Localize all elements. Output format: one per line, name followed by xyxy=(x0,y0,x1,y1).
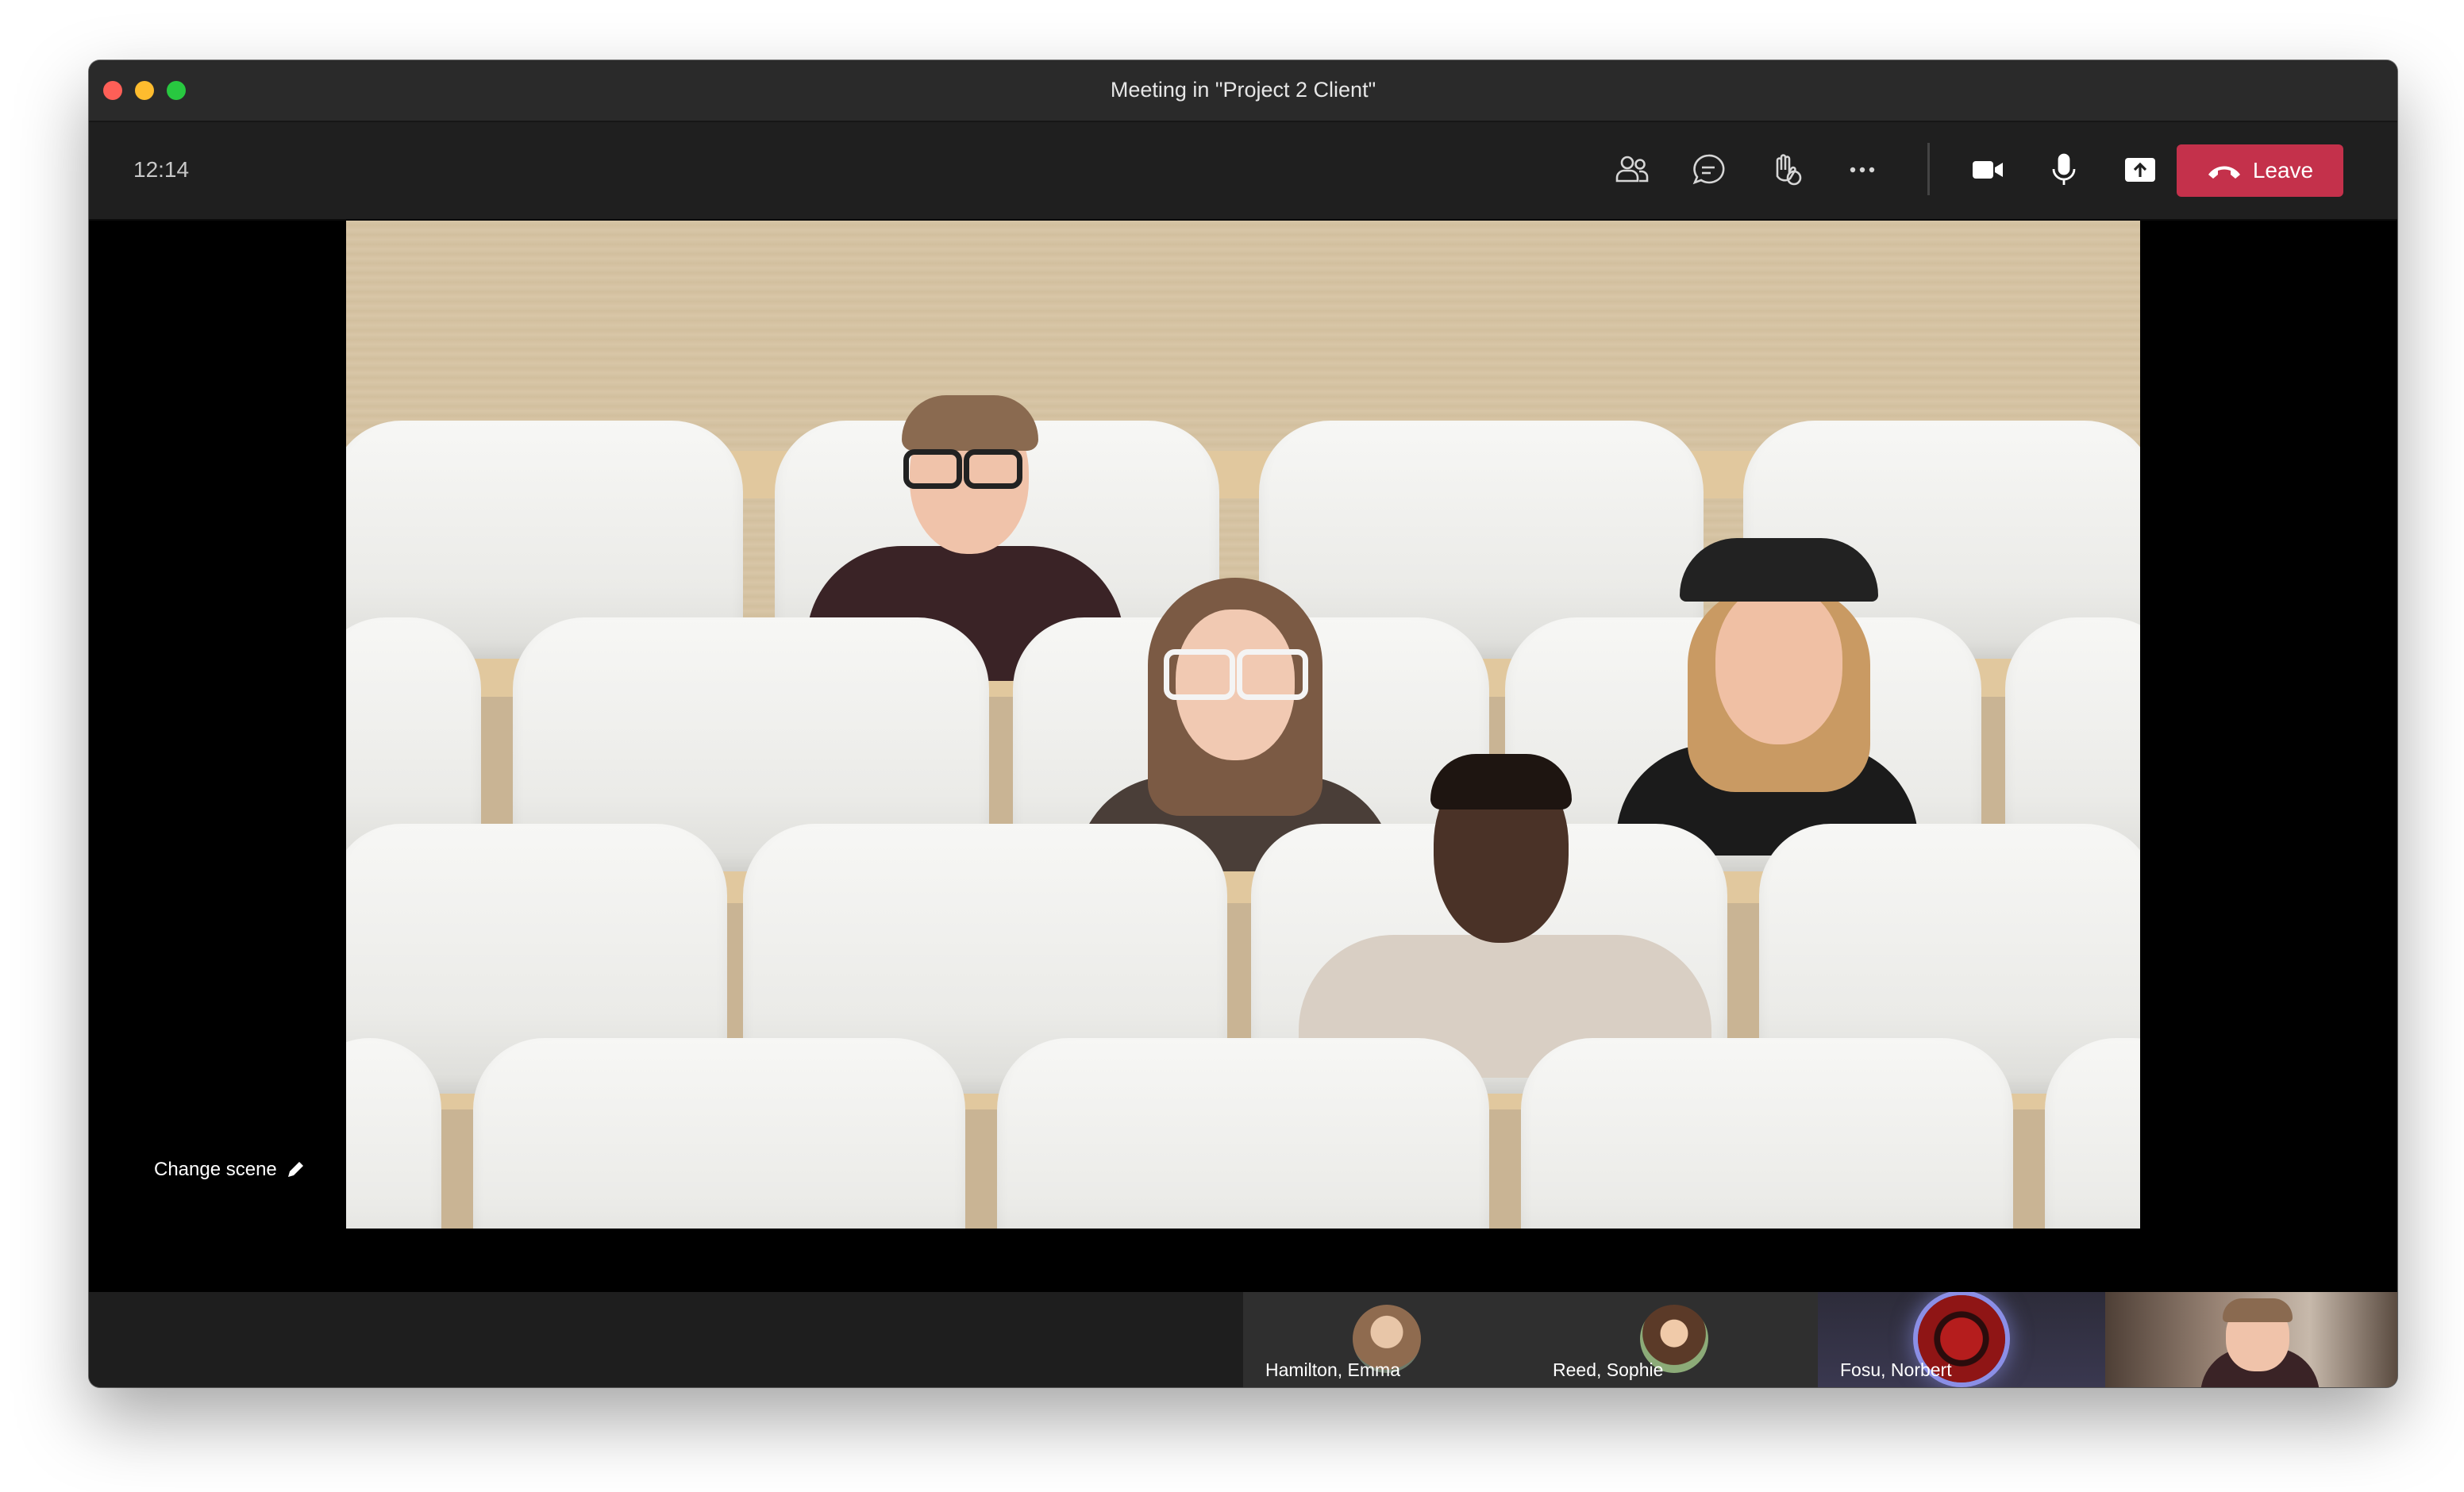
toolbar-divider xyxy=(1927,143,1930,195)
auditorium-seat xyxy=(997,1038,1489,1229)
change-scene-label: Change scene xyxy=(154,1159,277,1180)
participant-strip: Hamilton, Emma Reed, Sophie Fosu, Norber… xyxy=(89,1292,2397,1387)
leave-label: Leave xyxy=(2252,158,2314,183)
meeting-window: Meeting in "Project 2 Client" 12:14 Leav… xyxy=(89,60,2397,1387)
self-video-tile[interactable] xyxy=(2105,1292,2397,1387)
participant-hair xyxy=(902,395,1038,451)
title-bar: Meeting in "Project 2 Client" xyxy=(89,60,2397,122)
people-icon[interactable] xyxy=(1610,148,1654,192)
participant-tile-speaking[interactable]: Fosu, Norbert xyxy=(1818,1292,2105,1387)
self-video-hair xyxy=(2223,1298,2293,1322)
participant-name: Fosu, Norbert xyxy=(1840,1359,1952,1380)
more-icon[interactable] xyxy=(1840,148,1885,192)
bandana xyxy=(1680,538,1878,602)
leave-button[interactable]: Leave xyxy=(2177,144,2343,197)
glasses xyxy=(1237,649,1308,700)
auditorium-seat xyxy=(2045,1038,2140,1229)
meeting-toolbar: 12:14 Leave xyxy=(89,122,2397,219)
participant-head xyxy=(1715,586,1842,744)
glasses xyxy=(903,449,962,489)
auditorium-seat xyxy=(346,1038,441,1229)
participant-name: Hamilton, Emma xyxy=(1265,1359,1400,1380)
participant-hair xyxy=(1430,754,1572,809)
together-mode-scene xyxy=(346,221,2140,1229)
chat-icon[interactable] xyxy=(1686,148,1731,192)
meeting-stage: Change scene xyxy=(89,221,2397,1292)
participant-tile[interactable]: Hamilton, Emma xyxy=(1243,1292,1530,1387)
auditorium-seat xyxy=(1521,1038,2013,1229)
raise-hand-icon[interactable] xyxy=(1764,148,1808,192)
camera-icon[interactable] xyxy=(1965,148,2010,192)
auditorium-seat xyxy=(473,1038,965,1229)
share-screen-icon[interactable] xyxy=(2118,148,2162,192)
participant-name: Reed, Sophie xyxy=(1553,1359,1664,1380)
participant-tile[interactable]: Reed, Sophie xyxy=(1530,1292,1818,1387)
glasses xyxy=(964,449,1022,489)
hang-up-icon xyxy=(2208,166,2240,179)
pencil-icon xyxy=(287,1162,303,1177)
glasses xyxy=(1164,649,1235,700)
meeting-timer: 12:14 xyxy=(133,157,190,182)
participant-video-4 xyxy=(1283,713,1727,1078)
window-title: Meeting in "Project 2 Client" xyxy=(1110,78,1376,102)
microphone-icon[interactable] xyxy=(2042,148,2086,192)
change-scene-button[interactable]: Change scene xyxy=(154,1159,306,1181)
